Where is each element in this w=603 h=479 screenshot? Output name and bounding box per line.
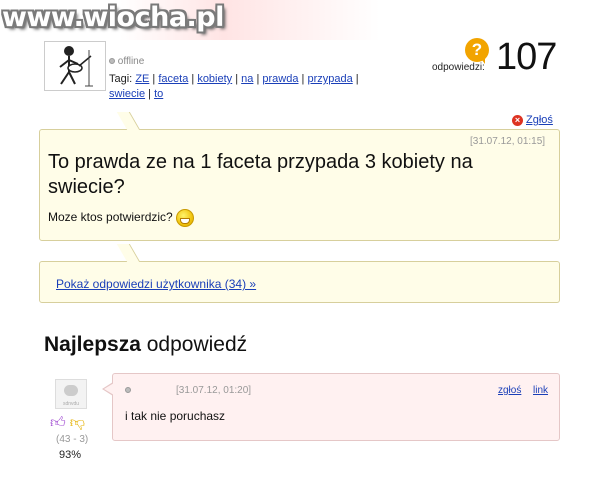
- bubble-tail: [116, 244, 141, 262]
- tag-link[interactable]: faceta: [158, 73, 188, 85]
- tag-link[interactable]: przypada: [307, 73, 352, 85]
- tag-link[interactable]: prawda: [262, 73, 298, 85]
- best-answer-heading-bold: Najlepsza: [44, 333, 141, 356]
- user-avatar[interactable]: [44, 41, 106, 91]
- answers-count: 107: [496, 36, 557, 78]
- status-dot-icon: [125, 387, 131, 393]
- report-question-button[interactable]: × Zgłoś: [512, 114, 553, 126]
- smiley-icon: [175, 209, 194, 227]
- show-user-answers-link[interactable]: Pokaż odpowiedzi użytkownika (34) »: [56, 277, 256, 291]
- vote-score: (43 - 3): [56, 434, 89, 445]
- status-text: offline: [117, 56, 145, 67]
- tags-list: Tagi: ZE | faceta | kobiety | na | prawd…: [109, 73, 359, 100]
- thumbs-up-icon[interactable]: 👍︎: [50, 414, 66, 431]
- question-body-text: Moze ktos potwierdzic?: [48, 210, 173, 225]
- best-answer-heading: Najlepsza odpowiedź: [44, 333, 247, 357]
- answerer-avatar[interactable]: sdnvdu: [55, 379, 87, 409]
- answer-text: i tak nie poruchasz: [125, 409, 226, 423]
- question-date: [31.07.12, 01:15]: [470, 136, 546, 147]
- tag-link[interactable]: to: [154, 88, 163, 100]
- vote-buttons: 👍︎ 👎︎: [50, 414, 85, 432]
- guitar-player-avatar-icon: [59, 46, 93, 87]
- user-status: offline: [109, 56, 144, 67]
- answers-label: odpowiedzi:: [432, 62, 485, 73]
- bubble-tail: [116, 112, 141, 130]
- close-icon: ×: [512, 114, 523, 126]
- vote-percent: 93%: [59, 449, 82, 461]
- tag-link[interactable]: kobiety: [197, 73, 232, 85]
- report-label[interactable]: Zgłoś: [526, 114, 553, 126]
- best-answer-heading-rest: odpowiedź: [140, 333, 248, 356]
- status-dot-icon: [109, 58, 115, 65]
- tags-label: Tagi:: [109, 73, 133, 85]
- question-mark-icon: ?: [465, 38, 489, 64]
- tag-link[interactable]: na: [241, 73, 253, 85]
- question-body: Moze ktos potwierdzic?: [48, 209, 194, 227]
- tag-link[interactable]: swiecie: [109, 88, 145, 100]
- tag-link[interactable]: ZE: [135, 73, 149, 85]
- answer-permalink[interactable]: link: [533, 385, 548, 396]
- site-watermark: www.wiocha.pl: [2, 2, 224, 33]
- bubble-tail-fill: [104, 383, 114, 395]
- best-answer-box: [102, 373, 560, 441]
- default-avatar-icon: [64, 385, 78, 396]
- avatar-caption: sdnvdu: [62, 401, 80, 407]
- question-title: To prawda ze na 1 faceta przypada 3 kobi…: [48, 151, 473, 198]
- report-answer-link[interactable]: zgłoś: [498, 385, 521, 396]
- thumbs-down-icon[interactable]: 👎︎: [70, 414, 85, 431]
- answer-date: [31.07.12, 01:20]: [176, 385, 252, 396]
